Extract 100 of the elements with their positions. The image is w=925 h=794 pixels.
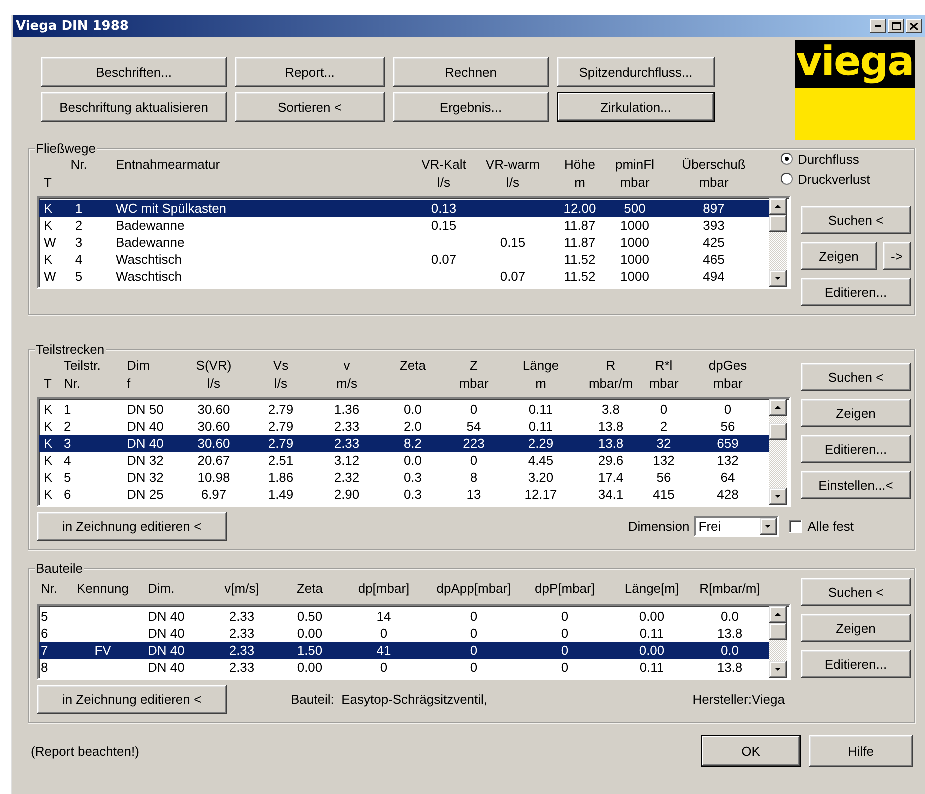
table-cell-text: 29.6 [597,452,625,469]
action-button[interactable]: Suchen < [801,578,911,606]
radio-button[interactable] [781,173,793,185]
table-cell-text: 1.50 [296,642,324,659]
table-cell-text: 500 [623,200,647,217]
table-cell-text: 56 [720,418,736,435]
table-cell-text: 0 [560,642,570,659]
column-header: Dim. [147,580,176,598]
toolbar-button[interactable]: Spitzendurchfluss... [557,57,715,87]
action-button[interactable]: Editieren... [801,278,911,306]
scroll-thumb[interactable] [769,623,787,640]
list-row[interactable]: 7 FV DN 40 2.33 1.50 41 0 0 0.00 0.0 [39,642,769,659]
table-cell-text: W [43,234,58,251]
minimize-icon [875,25,881,27]
list-row[interactable]: W 3 Badewanne 0.15 11.87 1000 425 [39,234,769,251]
table-cell-text: 12.17 [524,486,558,503]
column-header: Kennung [76,580,130,598]
list-row[interactable]: K 2 Badewanne 0.15 11.87 1000 393 [39,217,769,234]
table-cell-text: 0.13 [430,200,458,217]
up-arrow-icon [774,612,782,617]
brand-logo: viega [795,40,915,140]
column-header: S(VR) [195,357,233,375]
column-header: T [43,174,53,192]
list-row[interactable]: K 1 DN 50 30.60 2.79 1.36 0.0 0 0.11 3.8 0 0 [39,401,769,418]
toolbar-button[interactable]: Report... [235,57,385,87]
action-button[interactable]: Zeigen [801,242,877,270]
table-cell-text: 132 [716,452,740,469]
dimension-dropdown[interactable]: Frei [694,516,779,537]
table-cell-text: K [43,401,54,418]
action-button[interactable]: Suchen < [801,206,911,234]
list-row[interactable]: K 3 DN 40 30.60 2.79 2.33 8.2 223 2.29 13.8 32 659 [39,435,769,452]
scrollbar[interactable] [769,198,787,287]
column-header: Vs [272,357,290,375]
table-cell-text: K [43,452,54,469]
dialog-button[interactable]: Hilfe [809,735,913,767]
list-row[interactable]: K 2 DN 40 30.60 2.79 2.33 2.0 54 0.11 13.8 2 56 [39,418,769,435]
close-icon [910,22,918,30]
scroll-thumb[interactable] [769,422,787,440]
list-row[interactable]: 6 DN 40 2.33 0.00 0 0 0 0.11 13.8 [39,625,769,642]
table-cell-text: 428 [716,486,740,503]
scroll-down-button[interactable] [769,270,787,287]
table-cell-text: 1 [63,401,72,418]
scrollbar[interactable] [769,399,787,505]
toolbar-button[interactable]: Rechnen [393,57,549,87]
table-cell-text: DN 40 [147,625,186,642]
group-title: Bauteile [35,561,84,576]
action-button[interactable]: Einstellen...< [801,471,911,499]
table-cell-text: 11.52 [563,268,597,285]
table-cell-text: 2.33 [228,625,256,642]
table-cell-text: DN 40 [147,659,186,676]
scroll-down-button[interactable] [769,488,787,505]
toolbar-button[interactable]: Beschriftung aktualisieren [41,92,227,122]
action-button[interactable]: Zeigen [801,614,911,642]
checkbox[interactable] [788,520,802,533]
toolbar-button[interactable]: Ergebnis... [393,92,549,122]
toolbar-button[interactable]: Zirkulation... [557,92,715,122]
scroll-up-button[interactable] [769,606,787,623]
action-button[interactable]: Editieren... [801,435,911,463]
table-cell-text: 30.60 [196,418,232,435]
dialog-button[interactable]: OK [701,735,801,767]
column-header: dpGes [708,357,748,375]
toolbar-button[interactable]: Beschriften... [41,57,227,87]
scroll-thumb[interactable] [769,215,787,232]
action-button[interactable]: Suchen < [801,363,911,391]
scroll-up-button[interactable] [769,198,787,215]
table-cell-text: 2.33 [228,659,256,676]
toolbar-button[interactable]: Sortieren < [235,92,385,122]
column-header: Nr. [40,580,59,598]
list-row[interactable]: W 5 Waschtisch 0.07 11.52 1000 494 [39,268,769,285]
table-cell-text: 659 [716,435,740,452]
scroll-up-button[interactable] [769,399,787,416]
list-row[interactable]: 8 DN 40 2.33 0.00 0 0 0 0.11 13.8 [39,659,769,676]
list-row[interactable]: K 4 Waschtisch 0.07 11.52 1000 465 [39,251,769,268]
table-cell-text: 0.0 [402,452,424,469]
scroll-down-button[interactable] [769,661,787,678]
action-button[interactable]: Zeigen [801,399,911,427]
close-button[interactable] [906,19,922,33]
edit-in-drawing-button[interactable]: in Zeichnung editieren < [37,685,227,714]
list-row[interactable]: K 6 DN 25 6.97 1.49 2.90 0.3 13 12.17 34.1 415 428 [39,486,769,503]
list-row[interactable]: K 4 DN 32 20.67 2.51 3.12 0.0 0 4.45 29.6 132 132 [39,452,769,469]
table-cell-text: 2.29 [527,435,555,452]
table-cell-text: DN 40 [126,435,165,452]
edit-in-drawing-button[interactable]: in Zeichnung editieren < [37,512,227,541]
maximize-button[interactable] [888,19,904,33]
table-cell-text: DN 32 [126,469,165,486]
scrollbar[interactable] [769,606,787,678]
action-button[interactable]: Editieren... [801,650,911,678]
table-cell-text: WC mit Spülkasten [115,200,228,217]
action-button[interactable]: -> [883,242,911,270]
table-cell-text: 132 [652,452,676,469]
table-cell-text: 1.86 [267,469,295,486]
list-row[interactable]: 5 DN 40 2.33 0.50 14 0 0 0.00 0.0 [39,608,769,625]
minimize-button[interactable] [870,19,886,33]
list-row[interactable]: K 1 WC mit Spülkasten 0.13 12.00 500 897 [39,200,769,217]
table-cell-text: K [43,435,54,452]
list-row[interactable]: K 5 DN 32 10.98 1.86 2.32 0.3 8 3.20 17.4 56 64 [39,469,769,486]
column-header: Nr. [63,375,82,393]
column-header: Nr. [70,156,88,174]
radio-button[interactable] [781,153,793,165]
table-cell-text: 2.79 [267,401,295,418]
